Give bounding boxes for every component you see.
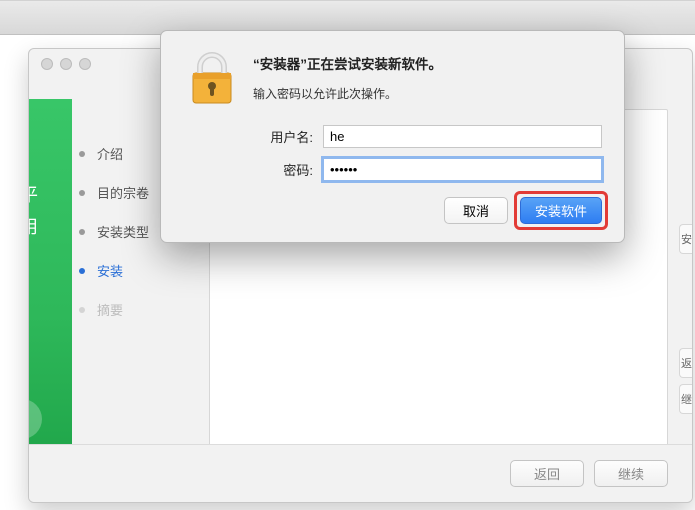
hero-text: 训平 易用 bbox=[28, 179, 38, 244]
close-icon[interactable] bbox=[41, 58, 53, 70]
lock-icon bbox=[183, 49, 241, 107]
hero-graphic bbox=[28, 99, 72, 459]
side-stub: 继 bbox=[679, 384, 693, 414]
step-install: 安装 bbox=[79, 251, 189, 290]
minimize-icon[interactable] bbox=[60, 58, 72, 70]
step-label: 介绍 bbox=[97, 144, 123, 163]
side-stub: 返 bbox=[679, 348, 693, 378]
side-stub: 安钮 bbox=[679, 224, 693, 254]
continue-button: 继续 bbox=[594, 460, 668, 487]
back-button: 返回 bbox=[510, 460, 584, 487]
step-label: 安装 bbox=[97, 261, 123, 280]
password-input[interactable] bbox=[323, 158, 602, 181]
side-panel: 安钮 返 继 bbox=[679, 224, 693, 420]
step-summary: 摘要 bbox=[79, 290, 189, 329]
step-label: 摘要 bbox=[97, 300, 123, 319]
step-label: 安装类型 bbox=[97, 222, 149, 241]
hero-line: 易用 bbox=[28, 211, 38, 243]
window-controls[interactable] bbox=[29, 49, 103, 79]
cancel-button[interactable]: 取消 bbox=[444, 197, 508, 224]
username-input[interactable] bbox=[323, 125, 602, 148]
dialog-title: “安装器”正在尝试安装新软件。 bbox=[253, 53, 602, 73]
footer: 返回 继续 bbox=[29, 444, 692, 502]
auth-dialog: “安装器”正在尝试安装新软件。 输入密码以允许此次操作。 用户名: 密码: 取消… bbox=[160, 30, 625, 243]
dialog-subtitle: 输入密码以允许此次操作。 bbox=[253, 85, 602, 102]
install-software-button[interactable]: 安装软件 bbox=[520, 197, 602, 224]
step-label: 目的宗卷 bbox=[97, 183, 149, 202]
step-dot-icon bbox=[79, 229, 85, 235]
zoom-icon[interactable] bbox=[79, 58, 91, 70]
step-dot-icon bbox=[79, 190, 85, 196]
username-label: 用户名: bbox=[253, 127, 313, 146]
step-dot-icon bbox=[79, 307, 85, 313]
password-label: 密码: bbox=[253, 160, 313, 179]
step-dot-icon bbox=[79, 151, 85, 157]
hero-line: 训平 bbox=[28, 179, 38, 211]
step-dot-icon bbox=[79, 268, 85, 274]
